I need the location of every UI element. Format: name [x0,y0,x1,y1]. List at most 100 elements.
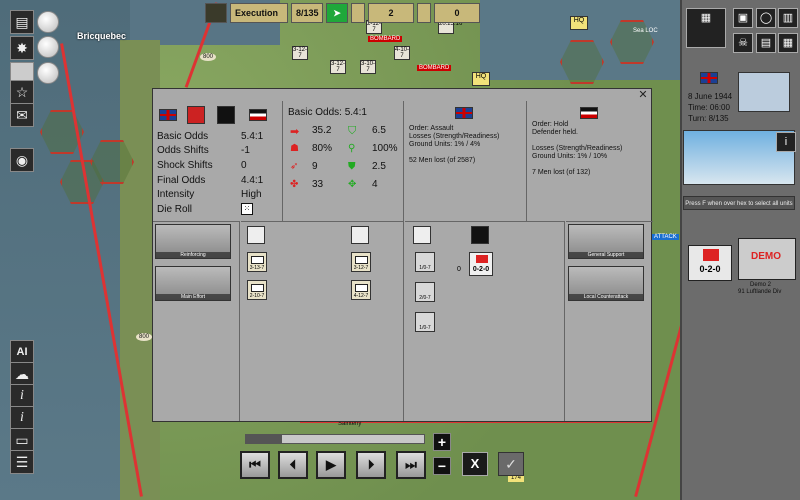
allied-marker-icon [351,3,365,23]
next-phase-button[interactable]: ➤ [326,3,348,23]
replay-progress-bar[interactable] [245,434,425,444]
attacker-unit[interactable]: 3-12-7 [351,252,371,272]
info-panel-icon[interactable]: i [776,132,796,152]
map-unit[interactable]: 4-10-7 [394,46,410,60]
route-marker-800: 800 [136,333,153,341]
info-icon[interactable]: i [10,384,34,408]
final-odds-value: 4.4:1 [241,175,264,186]
axis-result-text: Order: Hold Defender held. Losses (Stren… [532,121,623,176]
sliders-icon[interactable]: ☰ [10,450,34,474]
toggle-circle-button[interactable] [37,62,59,84]
skull-icon[interactable]: ☠ [733,33,753,53]
infantry-header-icon [351,226,369,244]
assault-order-icon [187,106,205,124]
step-back-button[interactable]: ⏴ [278,451,308,479]
artillery-icon [413,226,431,244]
ai-icon[interactable]: AI [10,340,34,364]
defender-unit[interactable]: 1/0-7 [415,312,435,332]
date-label: 8 June 1944 [688,92,733,101]
attack-strength: 35.2 [312,125,332,136]
defender-unit[interactable]: 1/0-7 [415,252,435,272]
chat-icon[interactable]: ☁ [10,362,34,386]
attacker-support-section: Reinforcing Main Effort [153,221,240,421]
bombard-marker[interactable]: BOMBARD [417,65,452,71]
place-label-bricquebec: Bricquebec [77,31,127,41]
unit-strength: 0-2-0 [699,264,721,274]
unit-type-icon [703,249,719,261]
defender-unit-selected[interactable]: 0-2-0 [469,252,493,276]
support-photo: General Support [568,224,644,259]
attacker-unit[interactable]: 4-12-7 [351,280,371,300]
phase-label: Execution [230,3,288,23]
toggle-circle-button[interactable] [37,36,59,58]
supply-icon: ✤ [290,179,299,190]
attacker-unit[interactable]: 3-13-7 [247,252,267,272]
replay-progress-fill [246,435,282,443]
toggle-circle-button[interactable] [37,11,59,33]
star-burst-icon[interactable]: ☆ [10,80,34,104]
intensity-value: High [241,189,262,200]
axis-value: 0 [434,3,480,23]
cancel-button[interactable]: X [462,452,488,476]
minimap[interactable] [738,72,790,112]
odds-stats-column: Basic Odds: 5.4:1 ➡ 35.2 ⛉ 6.5 ☗ 80% ⚲ 1… [284,101,404,221]
map-zoom-icon[interactable]: ▦ [686,8,726,48]
combat-result-dialog: ✕ Basic Odds 5.4:1 Odds Shifts -1 Shock … [152,88,653,422]
sea-loc-label: Sea LOC [633,28,658,34]
panel-icon-4[interactable]: ▤ [756,33,776,53]
monitor-icon[interactable]: ▭ [10,428,34,452]
hq-marker[interactable]: HQ [472,72,490,86]
map-unit[interactable]: 3-12-7 [330,60,346,74]
axis-result-column: Order: Hold Defender held. Losses (Stren… [528,101,652,221]
map-unit[interactable]: 3-12-7 [292,46,308,60]
attack-marker[interactable]: ATTACK [652,234,679,240]
info-detail-icon[interactable]: i [10,406,34,430]
basic-odds-label: Basic Odds [157,131,209,142]
panel-icon-2[interactable]: ◯ [756,8,776,28]
odds-shifts-value: -1 [241,145,250,156]
odds-shifts-label: Odds Shifts [157,145,209,156]
turn-counter: 8/135 [291,3,323,23]
support-photo: Main Effort [155,266,231,301]
bombard-marker[interactable]: BOMBARD [368,36,403,42]
explosion-icon[interactable]: ✸ [10,36,34,60]
allied-flag-icon [455,107,473,119]
defender-support-section: General Support Local Counterattack [566,221,653,421]
support-photo: Local Counterattack [568,266,644,301]
axis-marker-icon [417,3,431,23]
step-forward-button[interactable]: ⏵ [356,451,386,479]
zoom-out-button[interactable]: − [433,457,451,475]
artillery-icon [247,226,265,244]
phase-icon[interactable] [205,3,227,23]
route-marker-800: 800 [200,53,217,61]
map-unit[interactable]: 3-10-7 [360,60,376,74]
select-all-notice: Press F when over hex to select all unit… [683,196,795,210]
selected-unit-counter[interactable]: 0-2-0 [688,245,732,281]
defense-supply-icon: ✥ [348,179,357,190]
final-odds-label: Final Odds [157,175,206,186]
shock-arrow-icon: ➶ [290,161,299,172]
forward-all-button[interactable]: ⏭ [396,451,426,479]
time-label: Time: 06:00 [688,103,730,112]
document-icon[interactable]: ▤ [10,10,34,34]
allied-flag-icon [159,109,177,121]
play-button[interactable]: ▶ [316,451,346,479]
settings-circle-icon[interactable]: ◉ [10,148,34,172]
panel-icon-3[interactable]: ▥ [778,8,798,28]
confirm-button[interactable]: ✓ [498,452,524,476]
hq-marker[interactable]: HQ [570,16,588,30]
attacker-unit[interactable]: 2-10-7 [247,280,267,300]
shock-shifts-value: 0 [241,160,247,171]
panel-icon-5[interactable]: ▦ [778,33,798,53]
die-icon: ⁙ [241,203,253,215]
rewind-all-button[interactable]: ⏮ [240,451,270,479]
attack-supply: 33 [312,179,324,190]
envelope-icon[interactable]: ✉ [10,103,34,127]
defender-unit[interactable]: 2/0-7 [415,282,435,302]
selected-unit-id: Demo 2 [750,282,772,288]
allied-value: 2 [368,3,414,23]
panel-icon-1[interactable]: ▣ [733,8,753,28]
attack-readiness: 80% [312,143,333,154]
zoom-in-button[interactable]: + [433,433,451,451]
allied-result-column: Order: Assault Losses (Strength/Readines… [405,101,527,221]
